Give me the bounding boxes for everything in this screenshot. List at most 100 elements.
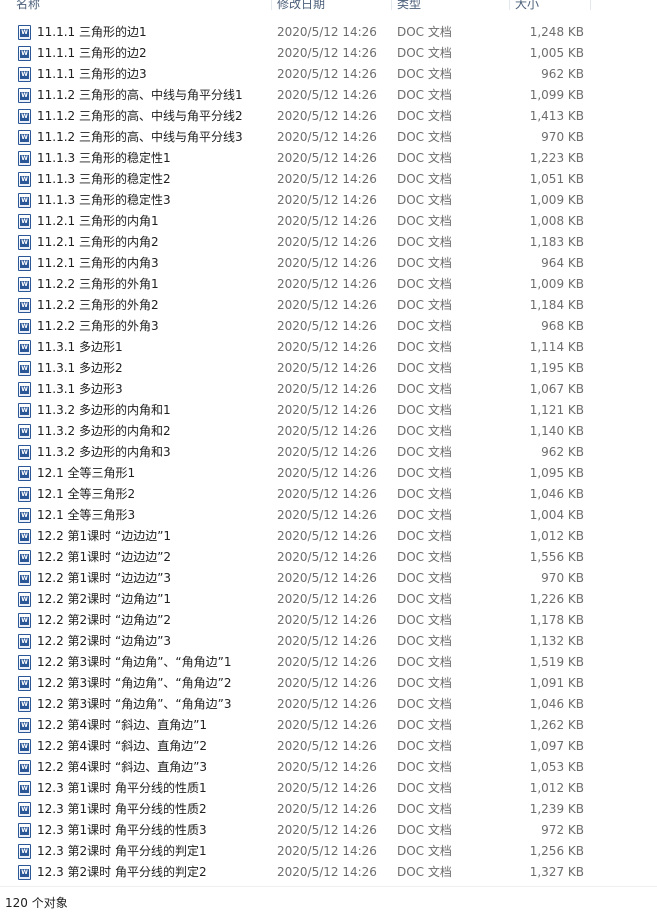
file-row[interactable]: 12.2 第3课时 “角边角”、“角角边”2 2020/5/12 14:26 DOC…: [0, 673, 592, 694]
word-document-icon: [18, 277, 31, 292]
column-header-type[interactable]: 类型: [397, 0, 421, 10]
file-date: 2020/5/12 14:26: [277, 382, 377, 396]
file-name: 12.2 第1课时 “边边边”2: [37, 550, 172, 564]
file-date: 2020/5/12 14:26: [277, 676, 377, 690]
file-size: 1,046 KB: [529, 487, 584, 501]
file-size: 1,195 KB: [529, 361, 584, 375]
word-document-icon: [18, 403, 31, 418]
file-name: 12.1 全等三角形3: [37, 508, 136, 522]
file-row[interactable]: 11.1.3 三角形的稳定性2 2020/5/12 14:26 DOC 文档 1,05…: [0, 169, 592, 190]
file-size: 1,327 KB: [529, 865, 584, 879]
file-row[interactable]: 12.2 第2课时 “边角边”1 2020/5/12 14:26 DOC 文档 1,2…: [0, 589, 592, 610]
file-date: 2020/5/12 14:26: [277, 361, 377, 375]
word-document-icon: [18, 235, 31, 250]
column-divider[interactable]: [509, 0, 510, 10]
column-divider[interactable]: [391, 0, 392, 10]
file-row[interactable]: 11.1.2 三角形的高、中线与角平分线2 2020/5/12 14:26 DOC …: [0, 106, 592, 127]
file-row[interactable]: 11.3.2 多边形的内角和1 2020/5/12 14:26 DOC 文档 1,12…: [0, 400, 592, 421]
file-size: 1,009 KB: [529, 193, 584, 207]
file-name: 11.1.3 三角形的稳定性3: [37, 193, 171, 207]
file-row[interactable]: 11.2.1 三角形的内角1 2020/5/12 14:26 DOC 文档 1,008…: [0, 211, 592, 232]
file-size: 972 KB: [541, 823, 584, 837]
file-row[interactable]: 12.2 第4课时 “斜边、直角边”3 2020/5/12 14:26 DOC 文档…: [0, 757, 592, 778]
word-document-icon: [18, 865, 31, 880]
file-row[interactable]: 12.3 第2课时 角平分线的判定2 2020/5/12 14:26 DOC 文档 1…: [0, 862, 592, 883]
file-size: 1,095 KB: [529, 466, 584, 480]
column-header-name[interactable]: 名称: [16, 0, 40, 10]
file-name: 11.1.1 三角形的边1: [37, 25, 147, 39]
word-document-icon: [18, 781, 31, 796]
file-name: 11.2.2 三角形的外角2: [37, 298, 159, 312]
file-size: 1,413 KB: [529, 109, 584, 123]
file-row[interactable]: 12.2 第4课时 “斜边、直角边”1 2020/5/12 14:26 DOC 文档…: [0, 715, 592, 736]
file-date: 2020/5/12 14:26: [277, 25, 377, 39]
file-row[interactable]: 11.1.3 三角形的稳定性3 2020/5/12 14:26 DOC 文档 1,00…: [0, 190, 592, 211]
file-name: 12.2 第2课时 “边角边”3: [37, 634, 172, 648]
file-type: DOC 文档: [397, 823, 452, 837]
file-row[interactable]: 11.3.1 多边形3 2020/5/12 14:26 DOC 文档 1,067 KB: [0, 379, 592, 400]
file-name: 11.1.3 三角形的稳定性1: [37, 151, 171, 165]
file-type: DOC 文档: [397, 634, 452, 648]
file-size: 1,256 KB: [529, 844, 584, 858]
file-row[interactable]: 11.3.2 多边形的内角和2 2020/5/12 14:26 DOC 文档 1,14…: [0, 421, 592, 442]
word-document-icon: [18, 676, 31, 691]
file-row[interactable]: 12.2 第3课时 “角边角”、“角角边”3 2020/5/12 14:26 DOC…: [0, 694, 592, 715]
file-row[interactable]: 12.1 全等三角形1 2020/5/12 14:26 DOC 文档 1,095 KB: [0, 463, 592, 484]
file-row[interactable]: 12.2 第2课时 “边角边”3 2020/5/12 14:26 DOC 文档 1,1…: [0, 631, 592, 652]
file-row[interactable]: 11.3.1 多边形2 2020/5/12 14:26 DOC 文档 1,195 KB: [0, 358, 592, 379]
file-row[interactable]: 11.2.2 三角形的外角3 2020/5/12 14:26 DOC 文档 968 K…: [0, 316, 592, 337]
file-type: DOC 文档: [397, 298, 452, 312]
file-row[interactable]: 12.2 第1课时 “边边边”3 2020/5/12 14:26 DOC 文档 970…: [0, 568, 592, 589]
file-row[interactable]: 12.2 第1课时 “边边边”2 2020/5/12 14:26 DOC 文档 1,5…: [0, 547, 592, 568]
file-size: 970 KB: [541, 130, 584, 144]
file-size: 1,012 KB: [529, 781, 584, 795]
file-row[interactable]: 12.2 第1课时 “边边边”1 2020/5/12 14:26 DOC 文档 1,0…: [0, 526, 592, 547]
file-row[interactable]: 11.1.3 三角形的稳定性1 2020/5/12 14:26 DOC 文档 1,22…: [0, 148, 592, 169]
file-row[interactable]: 11.2.1 三角形的内角3 2020/5/12 14:26 DOC 文档 964 K…: [0, 253, 592, 274]
column-divider[interactable]: [271, 0, 272, 10]
file-row[interactable]: 11.2.1 三角形的内角2 2020/5/12 14:26 DOC 文档 1,183…: [0, 232, 592, 253]
file-row[interactable]: 12.3 第2课时 角平分线的判定1 2020/5/12 14:26 DOC 文档 1…: [0, 841, 592, 862]
file-type: DOC 文档: [397, 340, 452, 354]
file-row[interactable]: 12.2 第4课时 “斜边、直角边”2 2020/5/12 14:26 DOC 文档…: [0, 736, 592, 757]
file-type: DOC 文档: [397, 151, 452, 165]
file-type: DOC 文档: [397, 592, 452, 606]
word-document-icon: [18, 697, 31, 712]
file-date: 2020/5/12 14:26: [277, 277, 377, 291]
file-row[interactable]: 12.1 全等三角形2 2020/5/12 14:26 DOC 文档 1,046 KB: [0, 484, 592, 505]
file-row[interactable]: 11.1.2 三角形的高、中线与角平分线1 2020/5/12 14:26 DOC …: [0, 85, 592, 106]
word-document-icon: [18, 214, 31, 229]
file-size: 1,097 KB: [529, 739, 584, 753]
file-size: 1,067 KB: [529, 382, 584, 396]
file-row[interactable]: 11.2.2 三角形的外角2 2020/5/12 14:26 DOC 文档 1,184…: [0, 295, 592, 316]
file-row[interactable]: 11.1.1 三角形的边1 2020/5/12 14:26 DOC 文档 1,248 …: [0, 22, 592, 43]
file-type: DOC 文档: [397, 193, 452, 207]
file-row[interactable]: 11.3.2 多边形的内角和3 2020/5/12 14:26 DOC 文档 962 …: [0, 442, 592, 463]
file-row[interactable]: 12.3 第1课时 角平分线的性质2 2020/5/12 14:26 DOC 文档 1…: [0, 799, 592, 820]
file-row[interactable]: 12.2 第2课时 “边角边”2 2020/5/12 14:26 DOC 文档 1,1…: [0, 610, 592, 631]
file-row[interactable]: 12.3 第1课时 角平分线的性质1 2020/5/12 14:26 DOC 文档 1…: [0, 778, 592, 799]
file-size: 1,178 KB: [529, 613, 584, 627]
file-size: 1,140 KB: [529, 424, 584, 438]
file-row[interactable]: 12.1 全等三角形3 2020/5/12 14:26 DOC 文档 1,004 KB: [0, 505, 592, 526]
file-date: 2020/5/12 14:26: [277, 781, 377, 795]
file-row[interactable]: 11.1.2 三角形的高、中线与角平分线3 2020/5/12 14:26 DOC …: [0, 127, 592, 148]
word-document-icon: [18, 256, 31, 271]
file-size: 1,184 KB: [529, 298, 584, 312]
file-row[interactable]: 12.3 第1课时 角平分线的性质3 2020/5/12 14:26 DOC 文档 9…: [0, 820, 592, 841]
column-divider[interactable]: [590, 0, 591, 10]
word-document-icon: [18, 613, 31, 628]
file-type: DOC 文档: [397, 655, 452, 669]
file-name: 11.3.2 多边形的内角和1: [37, 403, 171, 417]
file-row[interactable]: 11.1.1 三角形的边3 2020/5/12 14:26 DOC 文档 962 KB: [0, 64, 592, 85]
file-date: 2020/5/12 14:26: [277, 235, 377, 249]
file-type: DOC 文档: [397, 67, 452, 81]
file-row[interactable]: 12.2 第3课时 “角边角”、“角角边”1 2020/5/12 14:26 DOC…: [0, 652, 592, 673]
file-row[interactable]: 11.3.1 多边形1 2020/5/12 14:26 DOC 文档 1,114 KB: [0, 337, 592, 358]
file-name: 11.2.2 三角形的外角1: [37, 277, 159, 291]
column-header-size[interactable]: 大小: [515, 0, 539, 10]
word-document-icon: [18, 508, 31, 523]
file-row[interactable]: 11.2.2 三角形的外角1 2020/5/12 14:26 DOC 文档 1,009…: [0, 274, 592, 295]
column-header-date[interactable]: 修改日期: [277, 0, 325, 10]
file-row[interactable]: 11.1.1 三角形的边2 2020/5/12 14:26 DOC 文档 1,005 …: [0, 43, 592, 64]
